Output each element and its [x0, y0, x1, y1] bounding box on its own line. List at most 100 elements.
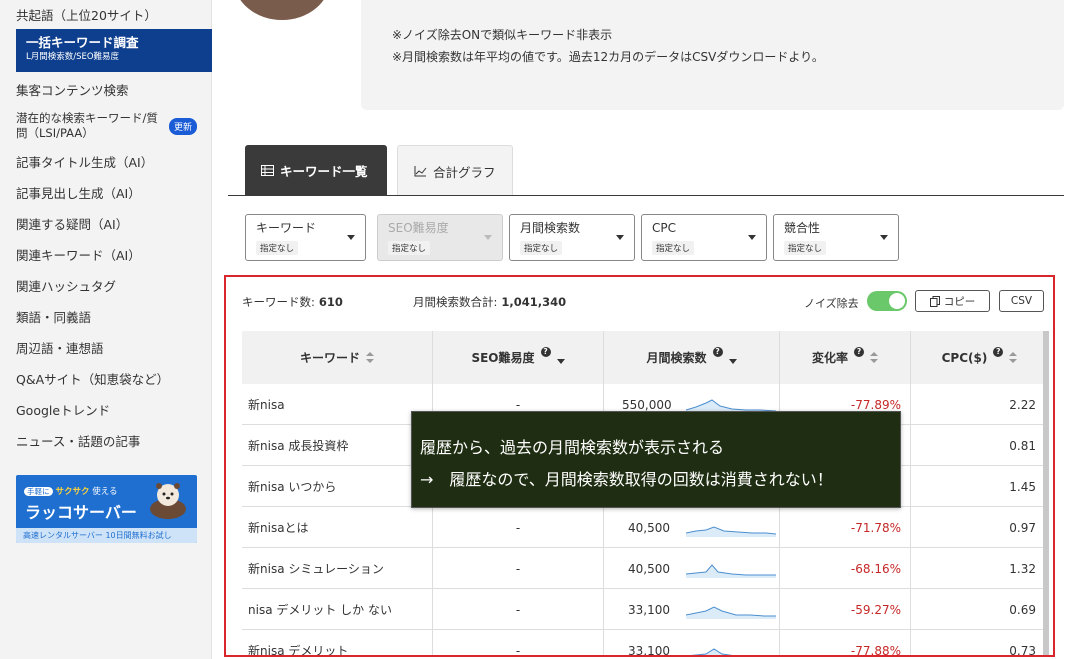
- filter-cpc[interactable]: CPC 指定なし: [641, 214, 767, 261]
- sidebar-item-associations[interactable]: 周辺語・連想語: [16, 338, 104, 357]
- sidebar-item-related-keywords[interactable]: 関連キーワード（AI）: [16, 245, 141, 264]
- sort-icon: [1009, 352, 1018, 363]
- help-icon: ?: [712, 346, 723, 357]
- sort-icon: [366, 352, 374, 363]
- csv-button[interactable]: CSV: [999, 290, 1044, 312]
- note-monthly: ※月間検索数は年平均の値です。過去12カ月のデータはCSVダウンロードより。: [392, 50, 824, 64]
- sparkline: [686, 525, 776, 537]
- cell-cpc: 1.32: [911, 548, 1049, 589]
- filter-value: 指定なし: [784, 241, 827, 255]
- sidebar-item-content-search[interactable]: 集客コンテンツ検索: [16, 80, 129, 99]
- filter-value: 指定なし: [256, 241, 299, 255]
- line-chart-icon: [414, 165, 427, 176]
- sidebar-item-hashtags[interactable]: 関連ハッシュタグ: [16, 276, 116, 295]
- tab-label: 合計グラフ: [433, 164, 496, 180]
- noise-filter-label: ノイズ除去: [804, 297, 859, 310]
- cell-volume: 40,500: [604, 507, 780, 548]
- cell-cpc: 0.69: [911, 589, 1049, 630]
- filter-value: 指定なし: [520, 241, 563, 255]
- sort-icon: [870, 352, 878, 363]
- cell-change: -68.16%: [780, 548, 911, 589]
- cell-volume: 33,100: [604, 630, 780, 655]
- table-row: nisa デメリット しか ない - 33,100 -59.27% 0.69: [242, 589, 1049, 630]
- cell-keyword: 新nisa: [242, 384, 433, 425]
- filter-label: CPC: [652, 221, 676, 235]
- sort-down-icon: [556, 359, 565, 364]
- col-monthly-volume[interactable]: 月間検索数?: [604, 331, 780, 384]
- filter-value: 指定なし: [388, 241, 431, 255]
- noise-filter-toggle[interactable]: [867, 291, 907, 311]
- sidebar-item-related-questions[interactable]: 関連する疑問（AI）: [16, 214, 128, 233]
- mascot-avatar: [234, 0, 330, 21]
- sidebar-item-cooccurrence[interactable]: 共起語（上位20サイト）: [16, 5, 157, 24]
- cell-seo: -: [433, 630, 604, 655]
- filter-value: 指定なし: [652, 241, 695, 255]
- cell-seo: -: [433, 507, 604, 548]
- sidebar-item-qa-sites[interactable]: Q&Aサイト（知恵袋など）: [16, 369, 169, 388]
- update-badge: 更新: [169, 118, 198, 135]
- sidebar-item-label: 一括キーワード調査: [26, 35, 139, 50]
- cell-cpc: 0.81: [911, 425, 1049, 466]
- sidebar-item-lsi-paa[interactable]: 潜在的な検索キーワード/質問（LSI/PAA）: [16, 111, 166, 141]
- cell-keyword: 新nisa デメリット: [242, 630, 433, 655]
- sidebar-item-bulk-keyword[interactable]: 一括キーワード調査 L月間検索数/SEO難易度: [16, 29, 212, 72]
- filter-keyword[interactable]: キーワード 指定なし: [245, 214, 366, 261]
- help-icon: ?: [854, 346, 864, 357]
- filter-seo-difficulty: SEO難易度 指定なし: [377, 214, 503, 261]
- cell-volume: 40,500: [604, 548, 780, 589]
- help-icon: ?: [540, 346, 551, 357]
- otter-mascot-icon: [150, 483, 186, 519]
- col-seo-difficulty[interactable]: SEO難易度?: [433, 331, 604, 384]
- banner-tagline: 手軽に サクサク 使える: [24, 485, 117, 497]
- filter-label: 競合性: [784, 221, 821, 235]
- annotation-callout: 履歴から、過去の月間検索数が表示される → 履歴なので、月間検索数取得の回数は消…: [411, 411, 901, 508]
- filter-label: SEO難易度: [388, 221, 449, 235]
- cell-cpc: 2.22: [911, 384, 1049, 425]
- cell-change: -71.78%: [780, 507, 911, 548]
- table-row: 新nisaとは - 40,500 -71.78% 0.97: [242, 507, 1049, 548]
- tab-total-graph[interactable]: 合計グラフ: [397, 145, 513, 196]
- sidebar-item-news[interactable]: ニュース・話題の記事: [16, 431, 140, 450]
- cell-keyword: 新nisa シミュレーション: [242, 548, 433, 589]
- cell-keyword: 新nisa いつから: [242, 466, 433, 507]
- col-change-rate[interactable]: 変化率?: [780, 331, 911, 384]
- tab-label: キーワード一覧: [280, 164, 368, 179]
- col-cpc[interactable]: CPC($)?: [911, 331, 1049, 384]
- volume-value: 550,000: [622, 397, 672, 412]
- volume-value: 40,500: [628, 520, 670, 535]
- total-volume: 月間検索数合計: 1,041,340: [413, 295, 567, 309]
- banner-subtext: 高速レンタルサーバー 10日間無料お試し: [16, 528, 197, 543]
- cell-volume: 33,100: [604, 589, 780, 630]
- cell-keyword: 新nisaとは: [242, 507, 433, 548]
- cell-keyword: 新nisa 成長投資枠: [242, 425, 433, 466]
- callout-line-2: → 履歴なので、月間検索数取得の回数は消費されない！: [420, 470, 833, 489]
- notes-box: ※ノイズ除去ONで類似キーワード非表示 ※月間検索数は年平均の値です。過去12カ…: [361, 0, 1064, 110]
- cell-change: -77.88%: [780, 630, 911, 655]
- chevron-down-icon: [616, 235, 624, 240]
- banner-title: ラッコサーバー: [25, 503, 137, 522]
- table-row: 新nisa シミュレーション - 40,500 -68.16% 1.32: [242, 548, 1049, 589]
- filter-competition[interactable]: 競合性 指定なし: [773, 214, 899, 261]
- sidebar-item-google-trends[interactable]: Googleトレンド: [16, 400, 110, 419]
- chevron-down-icon: [880, 235, 888, 240]
- table-row: 新nisa デメリット - 33,100 -77.88% 0.73: [242, 630, 1049, 655]
- sidebar-item-title-gen[interactable]: 記事タイトル生成（AI）: [16, 152, 153, 171]
- filter-monthly-volume[interactable]: 月間検索数 指定なし: [509, 214, 635, 261]
- cell-seo: -: [433, 589, 604, 630]
- cell-keyword: nisa デメリット しか ない: [242, 589, 433, 630]
- sidebar-item-heading-gen[interactable]: 記事見出し生成（AI）: [16, 183, 141, 202]
- sparkline: [686, 647, 751, 655]
- note-noise: ※ノイズ除去ONで類似キーワード非表示: [392, 28, 613, 42]
- table-scrollbar[interactable]: [1043, 331, 1049, 655]
- cell-change: -59.27%: [780, 589, 911, 630]
- sidebar-item-sublabel: L月間検索数/SEO難易度: [26, 52, 120, 62]
- rakko-server-banner[interactable]: 手軽に サクサク 使える ラッコサーバー 高速レンタルサーバー 10日間無料お試し: [16, 475, 197, 543]
- sort-down-icon: [728, 359, 737, 364]
- col-keyword[interactable]: キーワード: [242, 331, 433, 384]
- table-icon: [261, 165, 274, 176]
- sidebar: 共起語（上位20サイト） 一括キーワード調査 L月間検索数/SEO難易度 集客コ…: [0, 0, 212, 659]
- tab-keyword-list[interactable]: キーワード一覧: [245, 145, 387, 196]
- filter-label: 月間検索数: [520, 221, 581, 235]
- copy-button[interactable]: コピー: [915, 290, 990, 312]
- sidebar-item-synonyms[interactable]: 類語・同義語: [16, 307, 91, 326]
